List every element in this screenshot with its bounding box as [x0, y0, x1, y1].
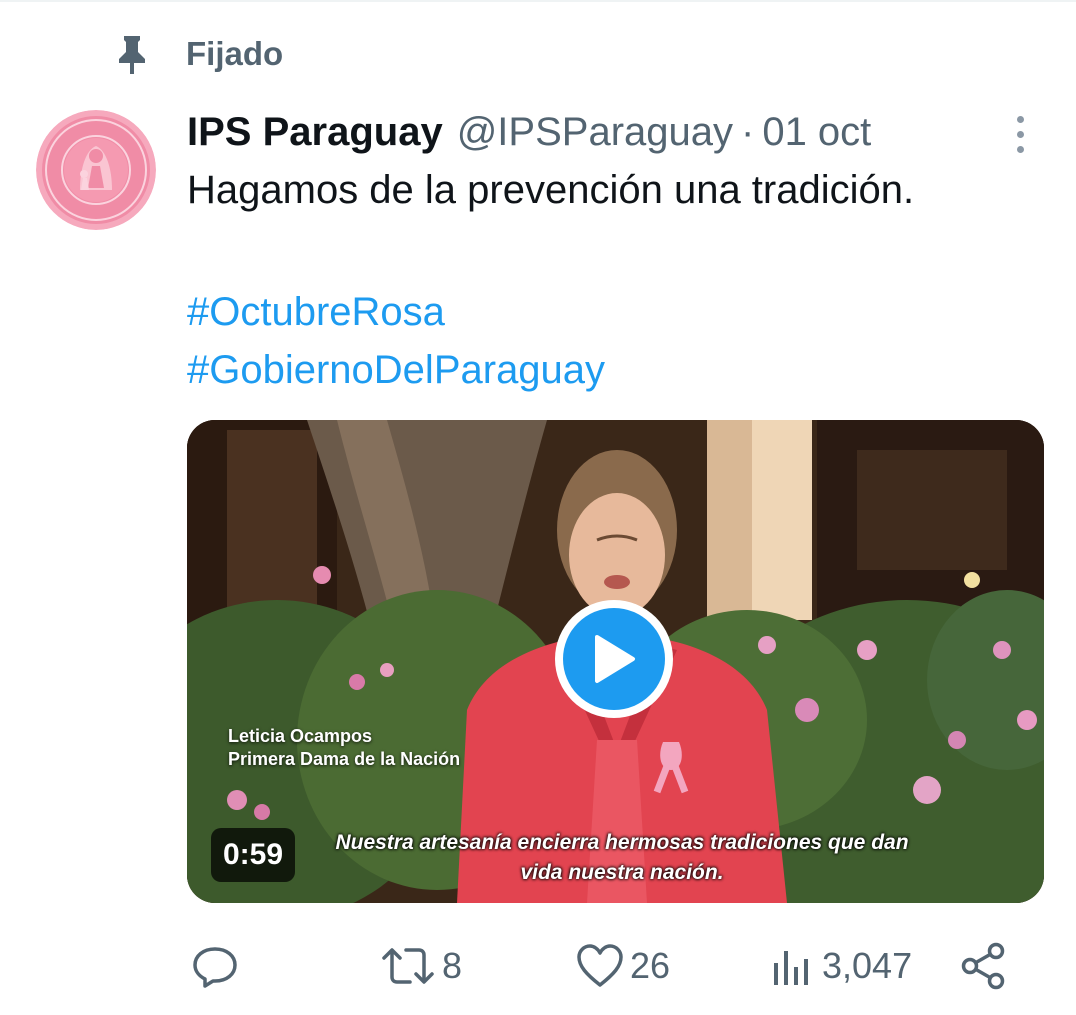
- pin-icon: [112, 32, 152, 76]
- tweet-date[interactable]: 01 oct: [762, 110, 871, 155]
- more-dot-icon: [1016, 130, 1024, 138]
- retweet-count: 8: [442, 945, 463, 986]
- video-subtitle: Nuestra artesanía encierra hermosas trad…: [307, 828, 937, 888]
- hashtag-link[interactable]: #OctubreRosa: [187, 290, 445, 335]
- heart-icon: [577, 944, 623, 987]
- video-player[interactable]: Leticia Ocampos Primera Dama de la Nació…: [187, 420, 1044, 903]
- tweet-actions: 8 26 3,047: [0, 938, 1076, 994]
- ips-logo: [36, 110, 156, 230]
- more-dot-icon: [1016, 115, 1024, 123]
- play-button[interactable]: [555, 600, 673, 718]
- more-options-button[interactable]: [1004, 112, 1036, 156]
- views-button[interactable]: 3,047: [770, 938, 912, 994]
- tweet-header: IPS Paraguay @IPSParaguay · 01 oct: [187, 104, 871, 160]
- top-divider: [0, 0, 1076, 2]
- like-button[interactable]: 26: [576, 938, 670, 994]
- retweet-button[interactable]: 8: [380, 938, 462, 994]
- views-count: 3,047: [822, 945, 913, 986]
- retweet-icon: [382, 948, 434, 984]
- avatar[interactable]: [36, 110, 156, 230]
- play-icon: [595, 635, 635, 683]
- tweet-text: Hagamos de la prevención una tradición.: [187, 168, 915, 212]
- views-icon: [774, 951, 808, 985]
- video-duration-badge: 0:59: [211, 828, 296, 882]
- author-name[interactable]: IPS Paraguay: [187, 110, 443, 155]
- reply-icon: [193, 947, 237, 988]
- header-separator: ·: [741, 109, 755, 154]
- share-icon: [961, 942, 1005, 990]
- pinned-indicator: Fijado: [112, 32, 283, 76]
- lower-third-name: Leticia Ocampos: [228, 726, 373, 746]
- more-dot-icon: [1016, 145, 1024, 153]
- reply-button[interactable]: [190, 938, 240, 994]
- subtitle-line: Nuestra artesanía encierra hermosas trad…: [335, 831, 909, 854]
- lower-third-title: Primera Dama de la Nación: [228, 749, 461, 769]
- author-handle[interactable]: @IPSParaguay: [457, 110, 733, 155]
- share-button[interactable]: [958, 938, 1008, 994]
- hashtag-link[interactable]: #GobiernoDelParaguay: [187, 348, 605, 393]
- like-count: 26: [630, 945, 671, 986]
- pinned-label: Fijado: [186, 35, 284, 72]
- subtitle-line: vida nuestra nación.: [520, 861, 724, 884]
